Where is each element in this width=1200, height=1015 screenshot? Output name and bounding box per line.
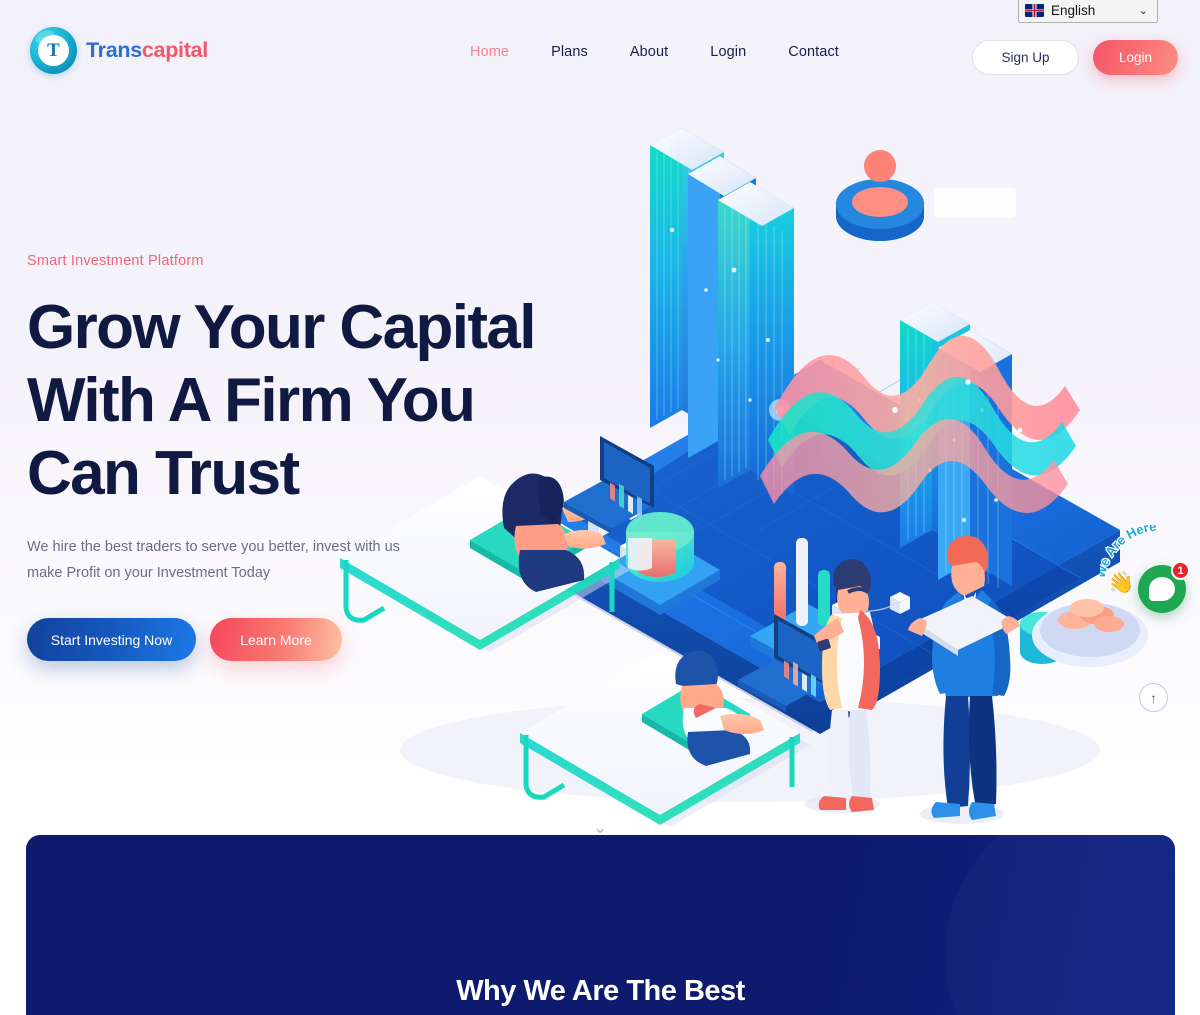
headline-line-3: Can Trust <box>27 439 300 508</box>
why-we-are-the-best-section: Why We Are The Best <box>26 835 1175 1015</box>
headline-line-2: With A Firm You <box>27 366 476 435</box>
logo-globe-icon: T <box>30 27 77 74</box>
brand-logo[interactable]: T Transcapital <box>30 27 208 74</box>
nav-item-contact[interactable]: Contact <box>788 44 839 60</box>
scroll-down-chevron-icon: ⌄ <box>593 818 608 837</box>
chat-icon <box>1149 577 1175 601</box>
language-selector[interactable]: English ⌄ <box>1018 0 1158 23</box>
sign-up-button[interactable]: Sign Up <box>972 40 1079 75</box>
chevron-down-icon: ⌄ <box>1138 5 1148 17</box>
main-navigation: Home Plans About Login Contact <box>470 44 839 60</box>
nav-item-login[interactable]: Login <box>710 44 746 60</box>
hero-section: Smart Investment Platform Grow Your Capi… <box>0 0 1200 830</box>
site-header: T Transcapital Home Plans About Login Co… <box>0 0 1200 110</box>
page-title: Grow Your Capital With A Firm You Can Tr… <box>27 291 567 510</box>
hero-copy: Smart Investment Platform Grow Your Capi… <box>27 253 567 661</box>
language-selected-value: English <box>1051 3 1096 18</box>
nav-item-plans[interactable]: Plans <box>551 44 588 60</box>
chat-widget[interactable]: We Are Here 👋 1 <box>1100 525 1192 620</box>
hero-eyebrow: Smart Investment Platform <box>27 253 204 269</box>
chat-bubble-button[interactable]: 1 <box>1138 561 1190 613</box>
nav-item-about[interactable]: About <box>630 44 668 60</box>
start-investing-button[interactable]: Start Investing Now <box>27 618 196 661</box>
learn-more-button[interactable]: Learn More <box>210 618 342 661</box>
auth-button-group: Sign Up Login <box>972 40 1178 75</box>
uk-flag-icon <box>1025 4 1044 17</box>
brand-name-part1: Trans <box>86 38 142 62</box>
logo-letter: T <box>38 35 69 66</box>
brand-name-part2: capital <box>141 38 208 62</box>
brand-name: Transcapital <box>86 38 208 63</box>
hero-subcopy: We hire the best traders to serve you be… <box>27 539 400 581</box>
login-button[interactable]: Login <box>1093 40 1178 75</box>
scroll-to-top-button[interactable]: ↑ <box>1139 683 1168 712</box>
waving-hand-icon: 👋 <box>1105 569 1137 598</box>
hero-cta-group: Start Investing Now Learn More <box>27 618 567 661</box>
headline-line-1: Grow Your Capital <box>27 293 537 362</box>
section-title: Why We Are The Best <box>456 975 745 1007</box>
nav-item-home[interactable]: Home <box>470 44 509 60</box>
chat-unread-badge: 1 <box>1171 561 1190 580</box>
